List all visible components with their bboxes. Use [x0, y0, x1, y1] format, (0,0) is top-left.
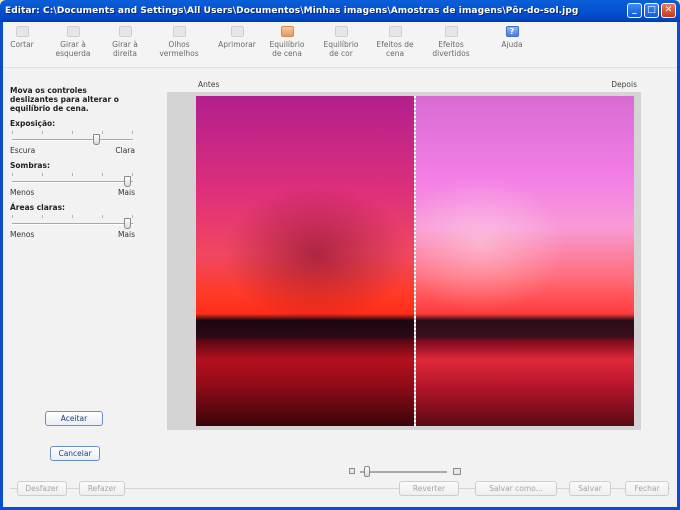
minimize-button[interactable]: _	[627, 3, 642, 18]
zoom-slider[interactable]	[349, 466, 461, 478]
rotate-right-label: Girar à direita	[112, 40, 138, 58]
before-image	[196, 96, 415, 426]
rotate-right-icon	[118, 26, 132, 37]
highlights-label: Áreas claras:	[10, 203, 66, 212]
after-label: Depois	[611, 80, 637, 89]
crop-label: Cortar	[10, 40, 34, 49]
shadows-slider-thumb[interactable]	[124, 176, 131, 187]
preview-area	[167, 92, 641, 430]
highlights-max-label: Mais	[117, 230, 135, 239]
after-image	[415, 96, 634, 426]
highlights-slider-thumb[interactable]	[124, 218, 131, 229]
scene-balance-label: Equilíbrio de cena	[269, 40, 305, 58]
highlights-slider[interactable]	[10, 215, 135, 231]
crop-icon	[15, 26, 29, 37]
exposure-slider[interactable]	[10, 131, 135, 147]
scene-effects-label: Efeitos de cena	[376, 40, 414, 58]
fun-effects-label: Efeitos divertidos	[432, 40, 470, 58]
window-title: Editar: C:\Documents and Settings\All Us…	[5, 6, 579, 16]
title-bar: Editar: C:\Documents and Settings\All Us…	[0, 0, 680, 22]
revert-button[interactable]: Reverter	[399, 481, 459, 496]
color-balance-tool[interactable]: Equilíbrio de cor	[321, 26, 361, 58]
sunset-photo	[196, 96, 634, 426]
close-button[interactable]: Fechar	[625, 481, 669, 496]
scene-effects-icon	[388, 26, 402, 37]
before-label: Antes	[198, 80, 220, 89]
exposure-max-label: Clara	[115, 146, 135, 155]
shadows-min-label: Menos	[10, 188, 35, 197]
color-balance-label: Equilíbrio de cor	[323, 40, 359, 58]
scene-balance-icon	[280, 26, 294, 37]
save-button[interactable]: Salvar	[569, 481, 611, 496]
shadows-label: Sombras:	[10, 161, 50, 170]
scene-balance-panel: Mova os controles deslizantes para alter…	[10, 86, 135, 239]
accept-button[interactable]: Aceitar	[45, 411, 103, 426]
rotate-left-tool[interactable]: Girar à esquerda	[53, 26, 93, 58]
maximize-button[interactable]: □	[644, 3, 659, 18]
toolbar: Cortar Girar à esquerda Girar à direita …	[3, 22, 677, 68]
scene-balance-tool[interactable]: Equilíbrio de cena	[267, 26, 307, 58]
before-after-divider[interactable]	[414, 96, 416, 426]
shadows-slider[interactable]	[10, 173, 135, 189]
red-eye-label: Olhos vermelhos	[159, 40, 199, 58]
shadows-max-label: Mais	[117, 188, 135, 197]
red-eye-tool[interactable]: Olhos vermelhos	[149, 26, 209, 58]
exposure-label: Exposição:	[10, 119, 56, 128]
help-icon: ?	[505, 26, 519, 37]
zoom-in-icon[interactable]	[453, 468, 461, 475]
rotate-right-tool[interactable]: Girar à direita	[107, 26, 143, 58]
sharpen-icon	[230, 26, 244, 37]
scene-effects-tool[interactable]: Efeitos de cena	[375, 26, 415, 58]
panel-instructions: Mova os controles deslizantes para alter…	[10, 86, 119, 113]
sharpen-tool[interactable]: Aprimorar	[217, 26, 257, 49]
fun-effects-tool[interactable]: Efeitos divertidos	[427, 26, 475, 58]
highlights-min-label: Menos	[10, 230, 35, 239]
redo-button[interactable]: Refazer	[79, 481, 125, 496]
sharpen-label: Aprimorar	[218, 40, 256, 49]
undo-button[interactable]: Desfazer	[17, 481, 67, 496]
zoom-out-icon[interactable]	[349, 468, 355, 474]
zoom-slider-thumb[interactable]	[364, 466, 370, 477]
help-label: Ajuda	[501, 40, 523, 49]
crop-tool[interactable]: Cortar	[7, 26, 37, 49]
red-eye-icon	[172, 26, 186, 37]
help-tool[interactable]: ? Ajuda	[497, 26, 527, 49]
exposure-slider-thumb[interactable]	[93, 134, 100, 145]
fun-effects-icon	[444, 26, 458, 37]
exposure-min-label: Escura	[10, 146, 36, 155]
color-balance-icon	[334, 26, 348, 37]
rotate-left-label: Girar à esquerda	[55, 40, 91, 58]
rotate-left-icon	[66, 26, 80, 37]
save-as-button[interactable]: Salvar como...	[475, 481, 557, 496]
window-frame: Cortar Girar à esquerda Girar à direita …	[0, 22, 680, 510]
cancel-button[interactable]: Cancelar	[50, 446, 100, 461]
close-window-button[interactable]: ✕	[661, 3, 676, 18]
